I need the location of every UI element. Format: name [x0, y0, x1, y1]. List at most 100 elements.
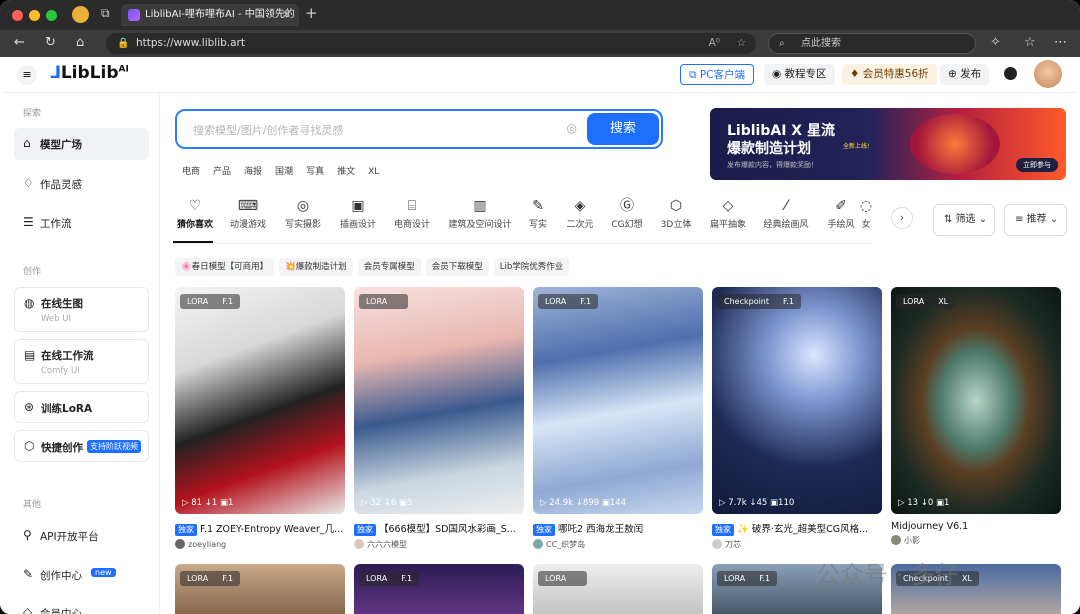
- tutorial-button[interactable]: ◉ 教程专区: [764, 64, 835, 85]
- model-card[interactable]: LORA F.1: [175, 564, 345, 614]
- sidebar-item-api[interactable]: ⚲ API开放平台: [14, 521, 149, 551]
- extensions-icon[interactable]: ✧: [990, 35, 1001, 50]
- topic-pill[interactable]: 🌸春日模型【可商用】: [175, 258, 275, 276]
- author-avatar: [533, 539, 543, 549]
- home-icon[interactable]: ⌂: [76, 35, 84, 50]
- hot-tag[interactable]: 海报: [244, 167, 262, 177]
- sort-button[interactable]: ≡ 推荐 ⌄: [1004, 204, 1067, 236]
- model-author[interactable]: 刀芯: [712, 539, 882, 550]
- model-thumbnail: LORA F.1 ▷ 24.9k ↓899 ▣144: [533, 287, 703, 514]
- profile-icon[interactable]: [72, 6, 89, 23]
- site-logo[interactable]: ⅃LibLibAI: [50, 63, 129, 83]
- tab-flat[interactable]: ◇ 扁平抽象: [698, 195, 758, 230]
- gamepad-icon: ⌨: [237, 198, 259, 214]
- new-badge: new: [91, 568, 116, 577]
- tab-guess-you-like[interactable]: ♡ 猜你喜欢: [165, 195, 225, 230]
- bulb-icon: ♢: [23, 176, 34, 190]
- category-tabs: ♡ 猜你喜欢 ⌨ 动漫游戏 ◎ 写实摄影 ▣ 插画设计 ⌸ 电商设计 ▥ 建筑及空间设计 ✎…: [161, 195, 921, 243]
- close-window-button[interactable]: [12, 10, 23, 21]
- topic-pill[interactable]: 💥爆款制造计划: [279, 258, 353, 276]
- hot-tag[interactable]: 推文: [337, 167, 355, 177]
- topic-pill[interactable]: 会员下载模型: [425, 258, 489, 276]
- topic-pill[interactable]: 会员专属模型: [357, 258, 421, 276]
- favorites-icon[interactable]: ☆: [1024, 35, 1036, 50]
- model-author[interactable]: 六六六模型: [354, 539, 524, 550]
- favorite-star-icon[interactable]: ☆: [737, 33, 746, 54]
- menu-icon[interactable]: ≡: [17, 65, 37, 85]
- promo-banner[interactable]: LiblibAI X 星流 爆款制造计划 发布爆款内容，得爆款奖励！ 全新上线!…: [710, 108, 1066, 180]
- model-author[interactable]: 小影: [891, 535, 1061, 546]
- new-tab-button[interactable]: +: [305, 4, 318, 22]
- tab-classic-painting[interactable]: ⁄ 经典绘画风: [756, 195, 816, 230]
- model-card[interactable]: LORA F.1 ▷ 24.9k ↓899 ▣144 独家 哪吒2 西海龙王敖闰 C…: [533, 287, 703, 550]
- sidebar-section-create: 创作: [23, 267, 42, 277]
- publish-button[interactable]: ⊕ 发布: [940, 64, 990, 85]
- logo-text: LibLib: [60, 63, 119, 83]
- tab-photo[interactable]: ◎ 写实摄影: [273, 195, 333, 230]
- sidebar-item-creator-center[interactable]: ✎ 创作中心 new: [14, 560, 149, 590]
- sidebar-item-quick-create[interactable]: ⬡ 快捷创作 支持阶跃视频: [14, 430, 149, 462]
- sidebar-section-other: 其他: [23, 500, 42, 510]
- hot-tags: 电商 产品 海报 国潮 写真 推文 XL: [182, 164, 392, 177]
- model-type-badge: LORA F.1: [717, 571, 778, 586]
- sidebar-item-label: 作品灵感: [40, 179, 82, 191]
- camera-icon[interactable]: ◎: [567, 121, 577, 135]
- more-icon: ◌: [859, 198, 873, 214]
- hot-tag[interactable]: 产品: [213, 167, 231, 177]
- model-card[interactable]: Checkpoint F.1 ▷ 7.7k ↓45 ▣110 独家 ✨ 破界·玄光_…: [712, 287, 882, 550]
- model-author[interactable]: CC_织梦岛: [533, 539, 703, 550]
- minimize-window-button[interactable]: [29, 10, 40, 21]
- more-icon[interactable]: ⋯: [1054, 35, 1067, 50]
- sidebar-item-train-lora[interactable]: ⊛ 训练LoRA: [14, 391, 149, 423]
- hot-tag[interactable]: 写真: [306, 167, 324, 177]
- model-card[interactable]: LORA F.1: [354, 564, 524, 614]
- home-icon: ⌂: [23, 136, 31, 150]
- tab-label: 写实: [528, 220, 547, 230]
- tab-actions-icon[interactable]: ⧉: [101, 6, 110, 21]
- back-icon[interactable]: ←: [14, 35, 25, 50]
- search-button[interactable]: 搜索: [587, 113, 659, 145]
- tab-3d[interactable]: ⬡ 3D立体: [646, 195, 706, 230]
- message-icon[interactable]: [1004, 67, 1017, 80]
- tab-illustration[interactable]: ▣ 插画设计: [328, 195, 388, 230]
- model-card[interactable]: LORA F.1 ▷ 81 ↓1 ▣1 独家 F.1 ZOEY-Entropy We…: [175, 287, 345, 549]
- heart-icon: ♡: [188, 198, 202, 214]
- banner-cta-button[interactable]: 立即参与: [1016, 158, 1058, 172]
- tab-ecommerce[interactable]: ⌸ 电商设计: [382, 195, 442, 230]
- model-card[interactable]: LORA ▷ 32 ↓6 ▣5 独家 【666模型】SD国风水彩画_S... 六六…: [354, 287, 524, 550]
- next-category-button[interactable]: ›: [891, 207, 913, 229]
- browser-tab[interactable]: LiblibAI-哩布哩布AI - 中国领先的 ✕: [121, 4, 299, 26]
- hot-tag[interactable]: 电商: [182, 167, 200, 177]
- user-avatar[interactable]: [1034, 60, 1062, 88]
- topic-pill[interactable]: Lib学院优秀作业: [493, 258, 570, 276]
- sidebar-item-vip-center[interactable]: ◇ 会员中心: [14, 598, 149, 614]
- browser-search-field[interactable]: ⌕ 点此搜索: [768, 33, 976, 54]
- sidebar-item-inspiration[interactable]: ♢ 作品灵感: [14, 168, 149, 200]
- tab-title: LiblibAI-哩布哩布AI - 中国领先的: [145, 9, 295, 20]
- tab-divider: [173, 243, 873, 244]
- filter-button[interactable]: ⇅ 筛选 ⌄: [933, 204, 995, 236]
- tab-more[interactable]: ◌ 女: [851, 195, 881, 230]
- model-card[interactable]: LORA: [533, 564, 703, 614]
- sidebar-item-workflow[interactable]: ☰ 工作流: [14, 207, 149, 239]
- tab-anime-games[interactable]: ⌨ 动漫游戏: [218, 195, 278, 230]
- vip-button[interactable]: ♦ 会员特惠56折: [842, 64, 937, 85]
- reload-icon[interactable]: ↻: [45, 35, 56, 50]
- image-icon: ▣: [351, 198, 365, 214]
- hot-tag[interactable]: XL: [368, 167, 379, 177]
- tab-close-icon[interactable]: ✕: [282, 4, 291, 26]
- sidebar-item-webui[interactable]: ◍ 在线生图 Web UI: [14, 287, 149, 332]
- exclusive-badge: 独家: [712, 524, 734, 536]
- model-card[interactable]: LORA XL ▷ 13 ↓0 ▣1 Midjourney V6.1 小影: [891, 287, 1061, 546]
- maximize-window-button[interactable]: [46, 10, 57, 21]
- model-thumbnail: LORA ▷ 32 ↓6 ▣5: [354, 287, 524, 514]
- search-box[interactable]: 搜索模型/图片/创作者寻找灵感 ◎ 搜索: [175, 109, 663, 149]
- model-author[interactable]: zoeyliang: [175, 539, 345, 549]
- sidebar-item-model-square[interactable]: ⌂ 模型广场: [14, 128, 149, 160]
- model-thumbnail: Checkpoint F.1 ▷ 7.7k ↓45 ▣110: [712, 287, 882, 514]
- url-field[interactable]: 🔒 https://www.liblib.art A⁰ ☆: [106, 33, 756, 54]
- hot-tag[interactable]: 国潮: [275, 167, 293, 177]
- pc-client-button[interactable]: ⧉ PC客户端: [680, 64, 755, 85]
- sidebar-item-comfyui[interactable]: ▤ 在线工作流 Comfy UI: [14, 339, 149, 384]
- reader-icon[interactable]: A⁰: [709, 33, 720, 54]
